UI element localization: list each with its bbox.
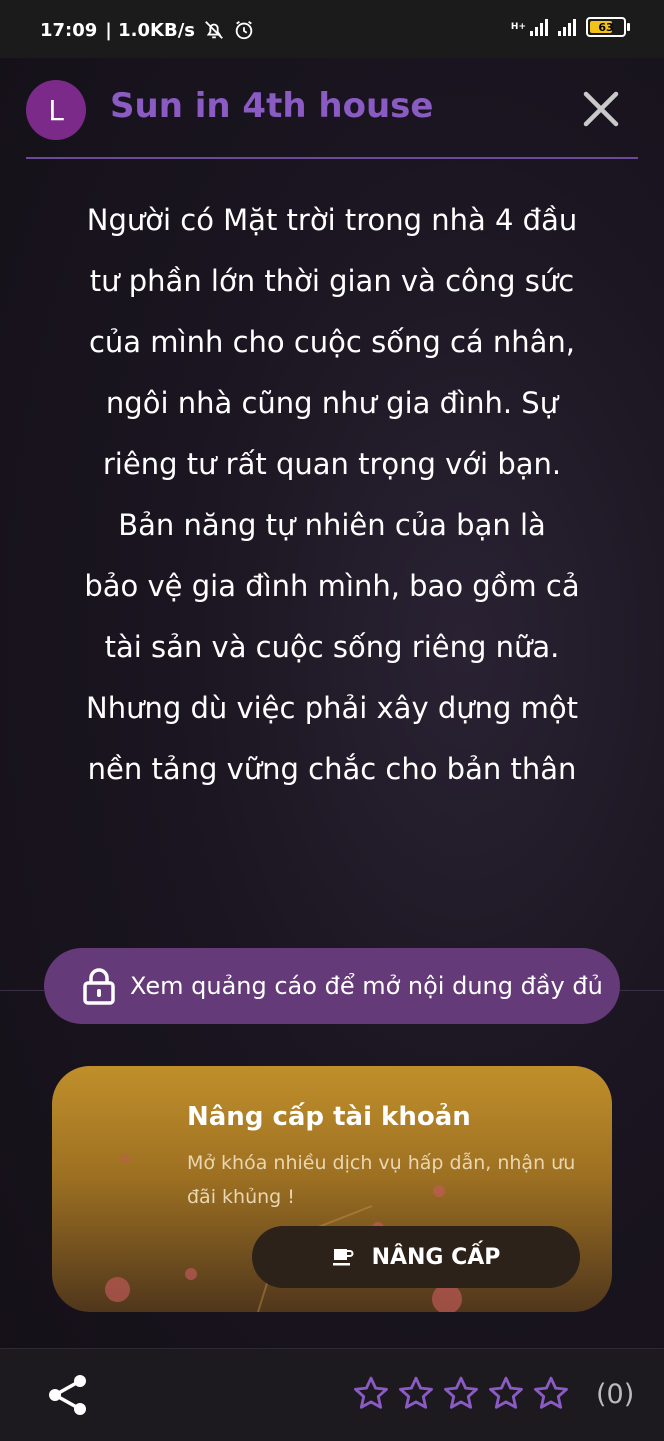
bell-off-icon <box>205 21 223 39</box>
signal-strength-icon-2 <box>558 18 576 36</box>
content-line: Bản năng tự nhiên của bạn là <box>118 508 546 542</box>
status-speed: | 1.0KB/s <box>105 19 195 41</box>
content-line: bảo vệ gia đình mình, bao gồm cả <box>84 569 580 603</box>
header-divider <box>26 157 638 159</box>
header: L Sun in 4th house <box>0 58 664 160</box>
coffee-cup-icon <box>332 1249 354 1266</box>
upgrade-button[interactable]: NÂNG CẤP <box>252 1226 580 1288</box>
star-icon[interactable] <box>532 1375 570 1413</box>
upgrade-title: Nâng cấp tài khoản <box>187 1102 471 1132</box>
content-line: của mình cho cuộc sống cá nhân, <box>88 325 576 359</box>
watch-ad-label: Xem quảng cáo để mở nội dung đầy đủ <box>130 972 603 1000</box>
content-line: riêng tư rất quan trọng với bạn. <box>102 447 562 481</box>
upgrade-account-card: Nâng cấp tài khoản Mở khóa nhiều dịch vụ… <box>52 1066 612 1312</box>
content-line: tài sản và cuộc sống riêng nữa. <box>104 630 560 664</box>
content-line: ngôi nhà cũng như gia đình. Sự <box>105 386 559 420</box>
content-line: nền tảng vững chắc cho bản thân <box>87 752 577 786</box>
status-right: H+ 63 <box>510 17 630 37</box>
star-icon[interactable] <box>442 1375 480 1413</box>
battery-level: 63 <box>598 20 614 34</box>
upgrade-description: Mở khóa nhiều dịch vụ hấp dẫn, nhận ưu đ… <box>187 1152 576 1208</box>
battery-icon: 63 <box>586 17 630 37</box>
share-icon[interactable] <box>46 1373 90 1417</box>
status-time: 17:09 <box>40 19 98 41</box>
lock-icon <box>83 968 115 1005</box>
bottom-bar: (0) <box>0 1348 664 1441</box>
star-icon[interactable] <box>352 1375 390 1413</box>
upgrade-button-label: NÂNG CẤP <box>371 1244 501 1270</box>
alarm-clock-icon <box>235 20 253 40</box>
rating-count: (0) <box>596 1379 635 1410</box>
star-icon[interactable] <box>397 1375 435 1413</box>
rating-stars <box>352 1375 570 1413</box>
watch-ad-unlock-button[interactable]: Xem quảng cáo để mở nội dung đầy đủ <box>44 948 620 1024</box>
close-icon[interactable] <box>580 88 622 130</box>
content-line: Nhưng dù việc phải xây dựng một <box>86 691 578 725</box>
page-title: Sun in 4th house <box>110 86 434 126</box>
avatar-letter: L <box>48 93 64 127</box>
avatar: L <box>26 80 86 140</box>
content-line: tư phần lớn thời gian và công sức <box>89 264 575 298</box>
status-left: 17:09 | 1.0KB/s <box>40 19 255 41</box>
signal-strength-icon <box>530 18 548 36</box>
status-bar: 17:09 | 1.0KB/s H+ 63 <box>0 0 664 58</box>
star-icon[interactable] <box>487 1375 525 1413</box>
content-text: Người có Mặt trời trong nhà 4 đầu tư phầ… <box>60 190 604 800</box>
network-type-label: H+ <box>510 21 526 32</box>
content-line: Người có Mặt trời trong nhà 4 đầu <box>86 203 578 237</box>
